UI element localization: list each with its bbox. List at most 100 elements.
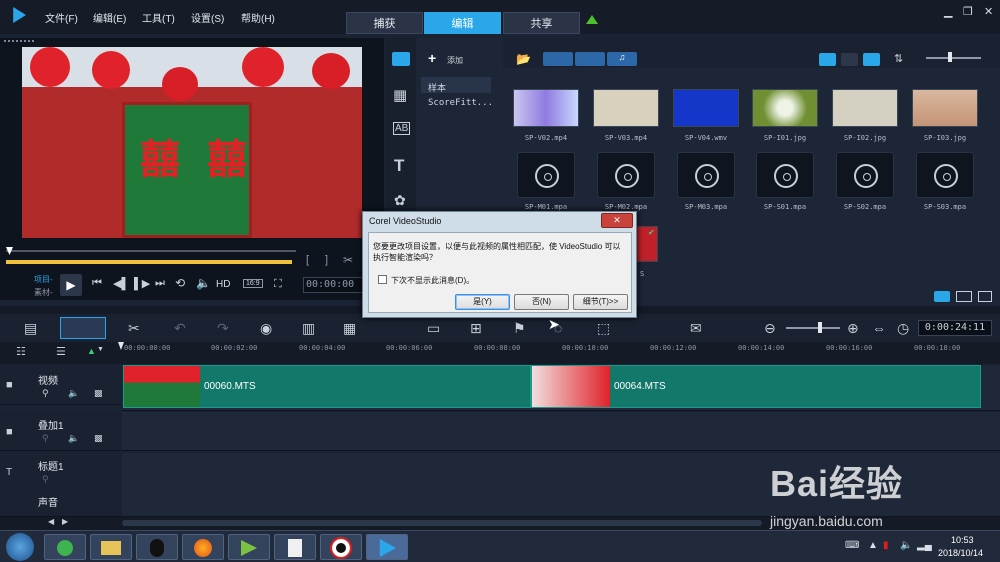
audio-thumb[interactable]: [916, 152, 974, 198]
chapter-icon[interactable]: ☰: [56, 345, 66, 358]
track-header-video[interactable]: [0, 366, 121, 405]
tab-capture[interactable]: 捕获: [346, 12, 423, 34]
media-thumb[interactable]: [832, 89, 898, 127]
link-icon[interactable]: ⚲: [42, 433, 49, 444]
taskbar-app[interactable]: [44, 534, 86, 560]
tray-date[interactable]: 2018/10/14: [938, 548, 983, 558]
thumb-size-slider[interactable]: [926, 57, 981, 59]
smart-render-icon[interactable]: ✉: [690, 320, 702, 337]
taskbar-qq[interactable]: [136, 534, 178, 560]
audio-thumb[interactable]: [677, 152, 735, 198]
media-thumb[interactable]: [912, 89, 978, 127]
tray-arrow-icon[interactable]: ▲: [868, 540, 878, 551]
fit-icon[interactable]: [956, 291, 972, 302]
undo-icon[interactable]: ↶: [174, 320, 186, 337]
audio-thumb[interactable]: [756, 152, 814, 198]
tab-edit[interactable]: 编辑: [424, 12, 501, 34]
auto-music-icon[interactable]: ▦: [343, 320, 356, 337]
end-icon[interactable]: ⏭: [155, 277, 165, 290]
media-thumb[interactable]: [593, 89, 659, 127]
ripple-icon[interactable]: ▩: [94, 433, 103, 444]
tray-volume-icon[interactable]: 🔈: [900, 540, 912, 551]
zoom-out-icon[interactable]: ⊖: [764, 320, 776, 337]
add-folder-label[interactable]: 添加: [447, 55, 463, 66]
play-button[interactable]: ▶: [60, 274, 82, 296]
start-button[interactable]: [6, 533, 34, 561]
menu-tools[interactable]: 工具(T): [142, 10, 175, 25]
mute-icon[interactable]: 🔈: [68, 433, 79, 444]
prev-frame-icon[interactable]: ◀▌: [113, 277, 129, 290]
media-thumb[interactable]: [513, 89, 579, 127]
project-duration[interactable]: 0:00:24:11: [918, 320, 992, 336]
mark-out-icon[interactable]: ]: [325, 254, 328, 266]
taskbar-app[interactable]: [274, 534, 316, 560]
zoom-handle[interactable]: [818, 322, 822, 333]
graphic-icon[interactable]: ✿: [394, 192, 406, 209]
menu-settings[interactable]: 设置(S): [191, 10, 224, 25]
options-icon[interactable]: [978, 291, 992, 302]
scroll-left-icon[interactable]: ◀: [48, 517, 54, 526]
audio-thumb[interactable]: [836, 152, 894, 198]
filter-photo-button[interactable]: [575, 52, 605, 66]
menu-file[interactable]: 文件(F): [45, 10, 78, 25]
mute-icon[interactable]: 🔈: [68, 388, 79, 399]
subtitle-icon[interactable]: ▭: [427, 320, 440, 337]
media-thumb[interactable]: [673, 89, 739, 127]
link-icon[interactable]: ⚲: [42, 474, 49, 485]
tray-time[interactable]: 10:53: [951, 535, 974, 545]
mark-in-icon[interactable]: [: [306, 254, 309, 266]
multicam-icon[interactable]: ⊞: [470, 320, 482, 337]
panel-layout-icon[interactable]: [934, 291, 950, 302]
upload-arrow-icon[interactable]: [586, 15, 598, 24]
horizontal-scrollbar[interactable]: [122, 520, 762, 526]
project-mode-label[interactable]: 项目-: [34, 274, 53, 285]
volume-icon[interactable]: 🔈: [196, 276, 211, 290]
dialog-close-button[interactable]: ✕: [601, 213, 633, 228]
track-manager-icon[interactable]: ☷: [16, 345, 26, 358]
thumb-size-handle[interactable]: [948, 52, 952, 62]
details-button[interactable]: 细节(T)>>: [573, 294, 628, 310]
audio-mixer-icon[interactable]: ▥: [302, 320, 315, 337]
scrub-track[interactable]: [6, 250, 296, 252]
restore-icon[interactable]: ❐: [963, 5, 973, 18]
next-frame-icon[interactable]: ▌▶: [134, 277, 150, 290]
menu-edit[interactable]: 编辑(E): [93, 10, 126, 25]
keyboard-icon[interactable]: ⌨: [845, 540, 859, 551]
chevron-down-icon[interactable]: ▼: [97, 346, 104, 353]
tray-app-icon[interactable]: ▮: [883, 540, 889, 551]
timecode-display[interactable]: 00:00:00: [303, 277, 365, 293]
trim-bar[interactable]: [6, 260, 292, 264]
link-icon[interactable]: ⚲: [42, 388, 49, 399]
media-thumb[interactable]: [752, 89, 818, 127]
repeat-icon[interactable]: ⟲: [175, 276, 185, 290]
add-folder-icon[interactable]: +: [428, 50, 436, 66]
title-icon[interactable]: T: [394, 156, 404, 176]
split-icon[interactable]: ✂: [343, 253, 353, 267]
hd-toggle[interactable]: HD: [216, 279, 230, 290]
taskbar-recorder[interactable]: [320, 534, 362, 560]
filter-video-button[interactable]: [543, 52, 573, 66]
zoom-in-icon[interactable]: ⊕: [847, 320, 859, 337]
motion-icon[interactable]: ⚑: [513, 320, 526, 337]
home-icon[interactable]: ⏮: [92, 277, 102, 290]
add-marker-icon[interactable]: ▲: [87, 346, 96, 356]
timeline-view-button[interactable]: [60, 317, 106, 339]
video-clip[interactable]: 00060.MTS: [123, 365, 531, 408]
overlay-track[interactable]: [122, 412, 1000, 451]
import-folder-icon[interactable]: 📂: [516, 52, 531, 66]
instant-project-icon[interactable]: ▦: [393, 86, 407, 104]
ripple-icon[interactable]: ▩: [94, 388, 103, 399]
taskbar-firefox[interactable]: [182, 534, 224, 560]
media-library-icon[interactable]: [392, 52, 410, 66]
grid-view-button[interactable]: [863, 53, 880, 66]
clip-mode-label[interactable]: 素材-: [34, 287, 53, 298]
audio-thumb[interactable]: [517, 152, 575, 198]
dont-show-label[interactable]: 下次不显示此消息(D)。: [391, 275, 474, 286]
taskbar-videostudio[interactable]: [366, 534, 408, 560]
close-icon[interactable]: ✕: [984, 5, 993, 18]
folder-samples[interactable]: 样本: [428, 81, 446, 94]
filter-music-button[interactable]: ♫: [607, 52, 637, 66]
dont-show-checkbox[interactable]: [378, 275, 387, 284]
track-header-voice[interactable]: [0, 491, 121, 517]
list-view-button[interactable]: [841, 53, 858, 66]
